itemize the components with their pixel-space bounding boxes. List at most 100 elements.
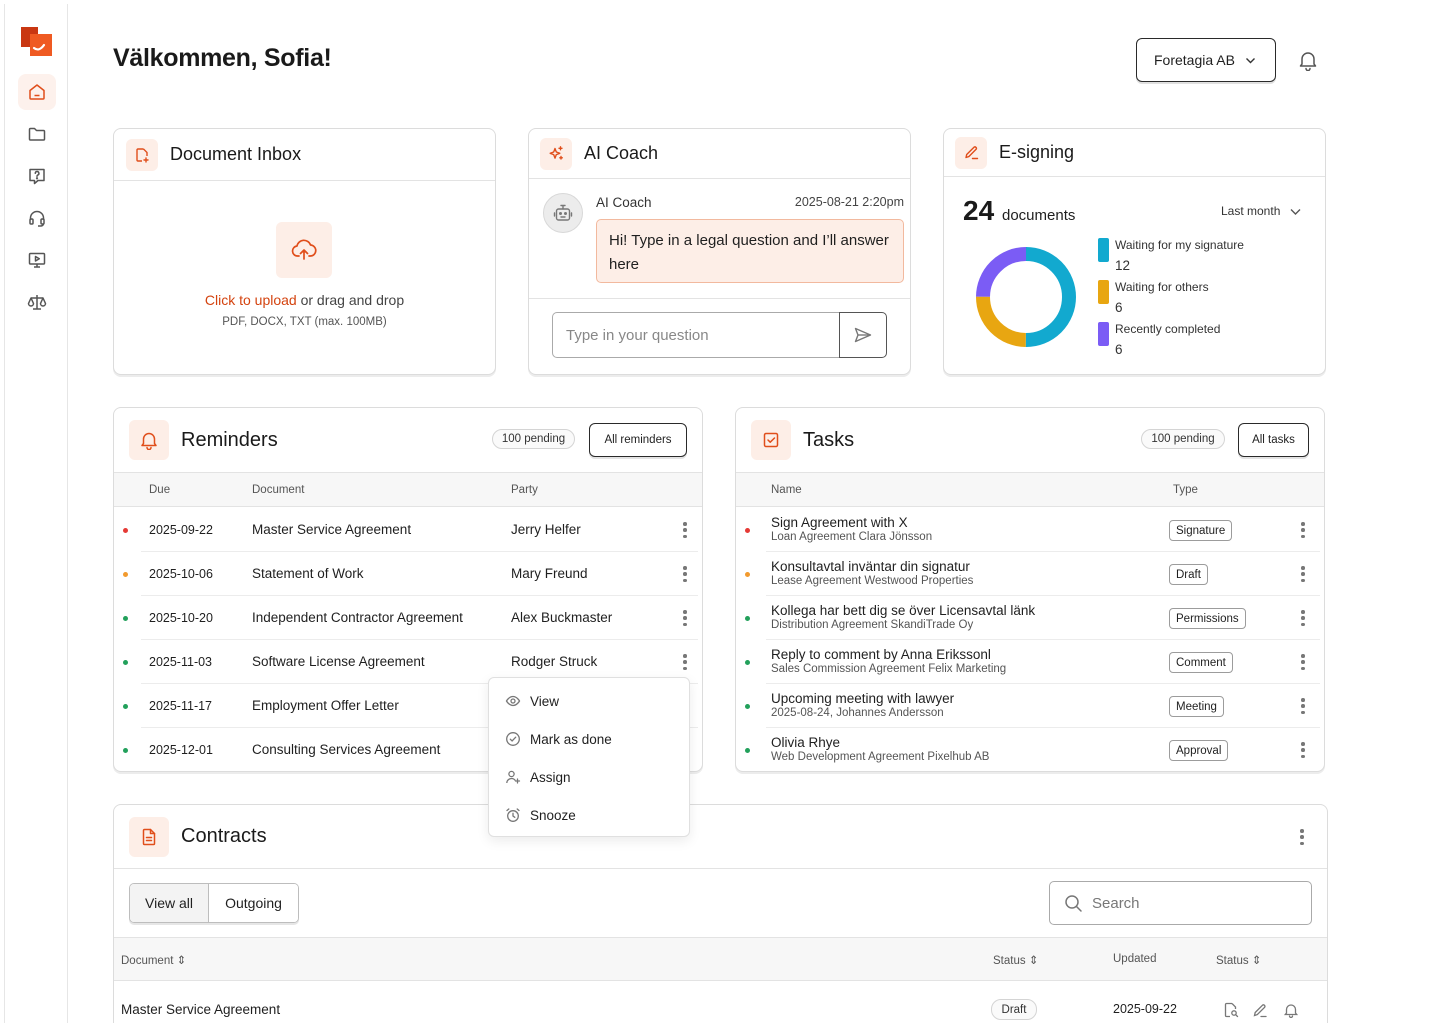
task-title[interactable]: Olivia Rhye bbox=[771, 735, 840, 750]
table-row[interactable]: 2025-09-22 Master Service Agreement Jerry … bbox=[114, 508, 702, 552]
contracts-more-button[interactable] bbox=[1295, 827, 1309, 847]
menu-item-mark-done[interactable]: Mark as done bbox=[505, 729, 612, 749]
chevron-down-icon[interactable] bbox=[1289, 205, 1302, 218]
contracts-header: Contracts bbox=[114, 805, 1327, 869]
send-button[interactable] bbox=[839, 312, 887, 358]
column-party[interactable]: Party bbox=[511, 484, 538, 496]
tab-outgoing[interactable]: Outgoing bbox=[209, 884, 298, 922]
reminder-document[interactable]: Master Service Agreement bbox=[252, 522, 411, 537]
table-row[interactable]: Olivia Rhye Web Development Agreement Pix… bbox=[736, 728, 1324, 771]
document-inbox-card: Document Inbox Click to upload or drag a… bbox=[113, 128, 496, 375]
column-label: Document bbox=[121, 955, 174, 967]
nav-documents[interactable] bbox=[18, 116, 56, 152]
nav-training[interactable] bbox=[18, 242, 56, 278]
row-more-button[interactable] bbox=[678, 608, 692, 628]
table-row[interactable]: 2025-10-20 Independent Contractor Agreeme… bbox=[114, 596, 702, 640]
sort-icon: ⇕ bbox=[176, 955, 187, 967]
contracts-search-input[interactable]: Search bbox=[1049, 881, 1312, 925]
app-logo[interactable] bbox=[20, 24, 54, 58]
menu-item-assign[interactable]: Assign bbox=[505, 767, 571, 787]
company-select[interactable]: Foretagia AB bbox=[1136, 38, 1276, 82]
column-status2-sort[interactable]: Status ⇕ bbox=[1216, 953, 1261, 967]
task-subtitle: Loan Agreement Clara Jönsson bbox=[771, 531, 933, 543]
task-title[interactable]: Konsultavtal inväntar din signatur bbox=[771, 559, 970, 574]
reminder-party: Jerry Helfer bbox=[511, 522, 581, 537]
all-tasks-button[interactable]: All tasks bbox=[1238, 423, 1309, 457]
nav-home[interactable] bbox=[18, 74, 56, 110]
contract-updated: 2025-09-22 bbox=[1113, 1002, 1177, 1016]
reminder-document[interactable]: Employment Offer Letter bbox=[252, 698, 399, 713]
column-document-sort[interactable]: Document ⇕ bbox=[121, 953, 186, 967]
table-row[interactable]: Master Service Agreement Draft 2025-09-2… bbox=[114, 989, 1327, 1023]
column-updated[interactable]: Updated bbox=[1113, 953, 1156, 965]
upload-dropzone[interactable] bbox=[276, 222, 332, 278]
esign-donut-chart bbox=[976, 247, 1076, 347]
column-due[interactable]: Due bbox=[149, 484, 170, 496]
row-more-button[interactable] bbox=[1296, 696, 1310, 716]
column-label: Status bbox=[1216, 955, 1249, 967]
reminder-due: 2025-12-01 bbox=[149, 743, 213, 757]
page-title: Välkommen, Sofia! bbox=[113, 44, 332, 72]
video-screen-icon bbox=[28, 252, 46, 268]
column-type[interactable]: Type bbox=[1173, 484, 1198, 496]
reminder-document[interactable]: Statement of Work bbox=[252, 566, 364, 581]
bell-icon[interactable] bbox=[1283, 1002, 1299, 1018]
contract-document[interactable]: Master Service Agreement bbox=[121, 1002, 280, 1017]
user-plus-icon bbox=[506, 770, 521, 784]
reminders-table-header: Due Document Party bbox=[114, 472, 702, 507]
table-row[interactable]: Sign Agreement with X Loan Agreement Clar… bbox=[736, 508, 1324, 552]
document-plus-icon bbox=[126, 138, 158, 171]
click-to-upload-link[interactable]: Click to upload bbox=[205, 292, 297, 308]
table-row[interactable]: 2025-10-06 Statement of Work Mary Freund bbox=[114, 552, 702, 596]
task-title[interactable]: Upcoming meeting with lawyer bbox=[771, 691, 954, 706]
notifications-bell-icon[interactable] bbox=[1297, 49, 1319, 71]
legend-value: 6 bbox=[1115, 300, 1123, 315]
reminder-document[interactable]: Independent Contractor Agreement bbox=[252, 610, 463, 625]
tasks-header: Tasks bbox=[736, 408, 1324, 472]
coach-divider bbox=[529, 298, 910, 299]
document-search-icon[interactable] bbox=[1223, 1002, 1239, 1018]
row-more-button[interactable] bbox=[1296, 652, 1310, 672]
pen-icon[interactable] bbox=[1252, 1002, 1268, 1018]
table-row[interactable]: Kollega har bett dig se över Licensavtal… bbox=[736, 596, 1324, 640]
coach-question-input[interactable]: Type in your question bbox=[552, 312, 840, 358]
row-more-button[interactable] bbox=[1296, 740, 1310, 760]
table-row[interactable]: Upcoming meeting with lawyer 2025-08-24, … bbox=[736, 684, 1324, 728]
menu-item-snooze[interactable]: Snooze bbox=[505, 805, 576, 825]
nav-legal[interactable] bbox=[18, 284, 56, 320]
tasks-table-header: Name Type bbox=[736, 472, 1324, 507]
row-more-button[interactable] bbox=[1296, 520, 1310, 540]
column-document[interactable]: Document bbox=[252, 484, 304, 496]
sparkle-icon bbox=[540, 137, 572, 170]
tab-view-all[interactable]: View all bbox=[130, 884, 210, 922]
task-title[interactable]: Kollega har bett dig se över Licensavtal… bbox=[771, 603, 1035, 618]
menu-item-label: View bbox=[530, 693, 560, 709]
legend-swatch bbox=[1098, 238, 1109, 262]
folder-icon bbox=[28, 127, 46, 141]
period-select[interactable]: Last month bbox=[1221, 204, 1280, 218]
task-title[interactable]: Reply to comment by Anna Erikssonl bbox=[771, 647, 991, 662]
legend-label: Recently completed bbox=[1115, 322, 1221, 336]
task-subtitle: Sales Commission Agreement Felix Marketi… bbox=[771, 663, 1007, 675]
reminder-document[interactable]: Software License Agreement bbox=[252, 654, 425, 669]
row-more-button[interactable] bbox=[678, 520, 692, 540]
row-more-button[interactable] bbox=[678, 652, 692, 672]
nav-support[interactable] bbox=[18, 200, 56, 236]
row-more-button[interactable] bbox=[1296, 564, 1310, 584]
row-more-button[interactable] bbox=[678, 564, 692, 584]
nav-questions[interactable] bbox=[18, 158, 56, 194]
legend-label: Waiting for others bbox=[1115, 280, 1209, 294]
reminder-document[interactable]: Consulting Services Agreement bbox=[252, 742, 440, 757]
document-lines-icon bbox=[129, 816, 169, 857]
legend-value: 6 bbox=[1115, 342, 1123, 357]
column-name[interactable]: Name bbox=[771, 484, 802, 496]
table-row[interactable]: Reply to comment by Anna Erikssonl Sales … bbox=[736, 640, 1324, 684]
menu-item-view[interactable]: View bbox=[505, 691, 559, 711]
column-status-sort[interactable]: Status ⇕ bbox=[993, 953, 1038, 967]
row-more-button[interactable] bbox=[1296, 608, 1310, 628]
task-title[interactable]: Sign Agreement with X bbox=[771, 515, 908, 530]
all-reminders-button[interactable]: All reminders bbox=[589, 423, 687, 457]
reminder-party: Rodger Struck bbox=[511, 654, 598, 669]
table-row[interactable]: Konsultavtal inväntar din signatur Lease … bbox=[736, 552, 1324, 596]
contracts-table-header: Document ⇕ Status ⇕ Updated Status ⇕ bbox=[114, 937, 1327, 981]
